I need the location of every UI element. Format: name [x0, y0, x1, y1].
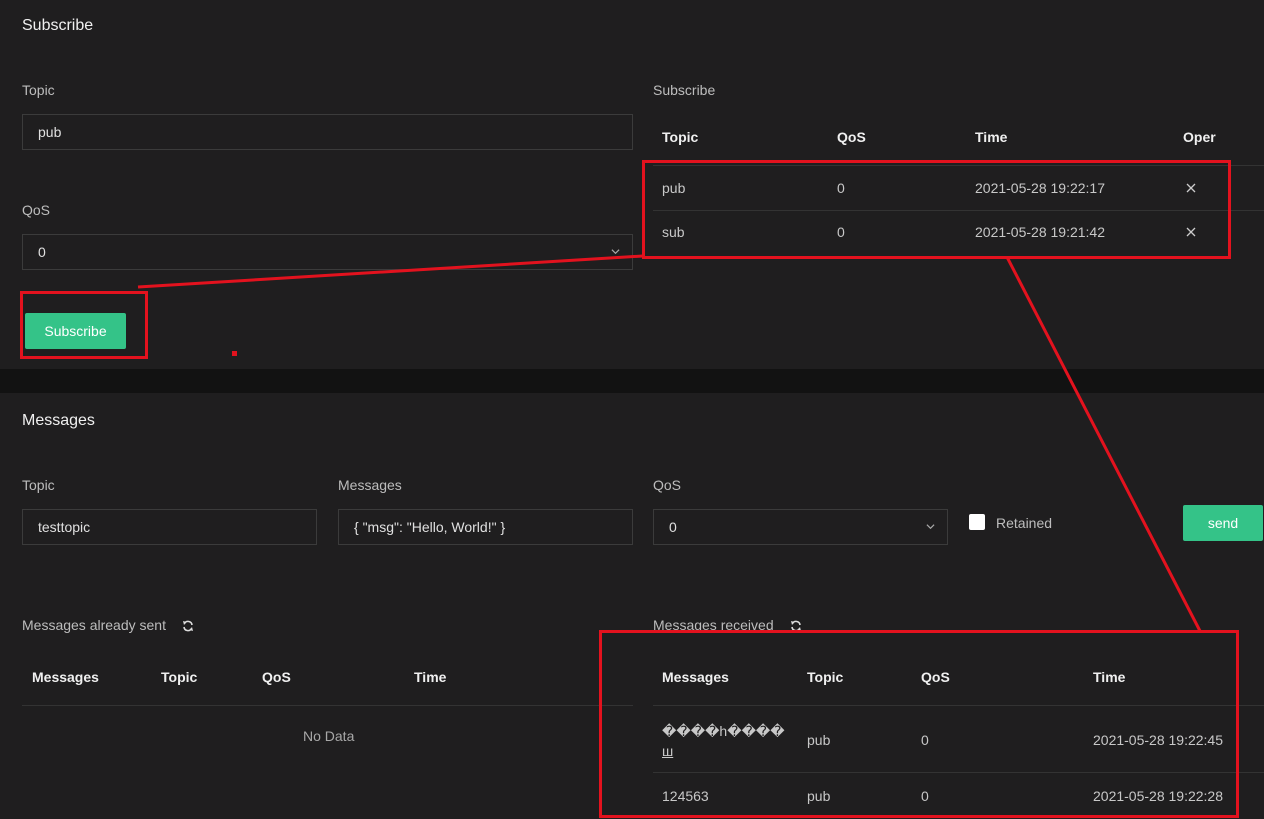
table-divider: [653, 705, 1264, 706]
subscribe-list-label: Subscribe: [653, 82, 716, 98]
row-qos: 0: [921, 732, 929, 748]
subscribe-topic-input[interactable]: pub: [22, 114, 633, 150]
subscribe-section-title: Subscribe: [22, 17, 94, 34]
messages-panel: Messages Topic testtopic Messages { "msg…: [0, 393, 1264, 819]
refresh-icon[interactable]: [182, 620, 194, 632]
row-qos: 0: [837, 180, 845, 196]
row-topic: pub: [662, 180, 686, 196]
column-header-oper: Oper: [1183, 129, 1216, 145]
row-topic: pub: [807, 732, 831, 748]
column-header-messages: Messages: [32, 669, 99, 685]
row-time: 2021-05-28 19:22:17: [975, 180, 1105, 196]
messages-qos-select[interactable]: 0: [653, 509, 948, 545]
close-icon[interactable]: [1186, 183, 1196, 193]
column-header-topic: Topic: [662, 129, 699, 145]
messages-qos-value: 0: [669, 519, 677, 535]
chevron-down-icon: [926, 524, 935, 530]
messages-received-label: Messages received: [653, 617, 774, 633]
column-header-qos: QoS: [837, 129, 866, 145]
retained-label: Retained: [996, 515, 1053, 531]
subscribe-button[interactable]: Subscribe: [25, 313, 126, 349]
row-time: 2021-05-28 19:22:28: [1093, 788, 1223, 804]
row-time: 2021-05-28 19:21:42: [975, 224, 1105, 240]
row-qos: 0: [921, 788, 929, 804]
messages-sent-label: Messages already sent: [22, 617, 166, 633]
table-divider: [22, 705, 633, 706]
column-header-qos: QoS: [921, 669, 950, 685]
subscribe-panel: Subscribe Topic pub QoS 0 Subscribe Subs…: [0, 0, 1264, 369]
chevron-down-icon: [611, 249, 620, 255]
subscribe-qos-select[interactable]: 0: [22, 234, 633, 270]
messages-topic-input[interactable]: testtopic: [22, 509, 317, 545]
row-message-line: ����h����: [662, 723, 785, 739]
subscribe-qos-value: 0: [38, 244, 46, 260]
row-topic: pub: [807, 788, 831, 804]
messages-payload-input[interactable]: { "msg": "Hello, World!" }: [338, 509, 633, 545]
messages-qos-label: QoS: [653, 477, 682, 493]
column-header-messages: Messages: [662, 669, 729, 685]
send-button[interactable]: send: [1183, 505, 1263, 541]
column-header-qos: QoS: [262, 669, 291, 685]
empty-state-text: No Data: [303, 728, 355, 744]
column-header-time: Time: [1093, 669, 1126, 685]
column-header-topic: Topic: [161, 669, 198, 685]
table-divider: [653, 772, 1264, 773]
messages-payload-label: Messages: [338, 477, 402, 493]
subscribe-topic-label: Topic: [22, 82, 55, 98]
column-header-time: Time: [975, 129, 1008, 145]
retained-checkbox[interactable]: [969, 514, 985, 530]
table-divider: [653, 165, 1264, 166]
row-qos: 0: [837, 224, 845, 240]
row-message: 124563: [662, 788, 709, 804]
row-topic: sub: [662, 224, 685, 240]
close-icon[interactable]: [1186, 227, 1196, 237]
column-header-topic: Topic: [807, 669, 844, 685]
subscribe-qos-label: QoS: [22, 202, 51, 218]
row-time: 2021-05-28 19:22:45: [1093, 732, 1223, 748]
messages-topic-label: Topic: [22, 477, 55, 493]
column-header-time: Time: [414, 669, 447, 685]
row-message-line: ш: [662, 743, 674, 759]
row-message: ����h���� ш: [662, 721, 792, 761]
table-divider: [653, 210, 1264, 211]
messages-section-title: Messages: [22, 412, 95, 429]
refresh-icon[interactable]: [790, 620, 802, 632]
